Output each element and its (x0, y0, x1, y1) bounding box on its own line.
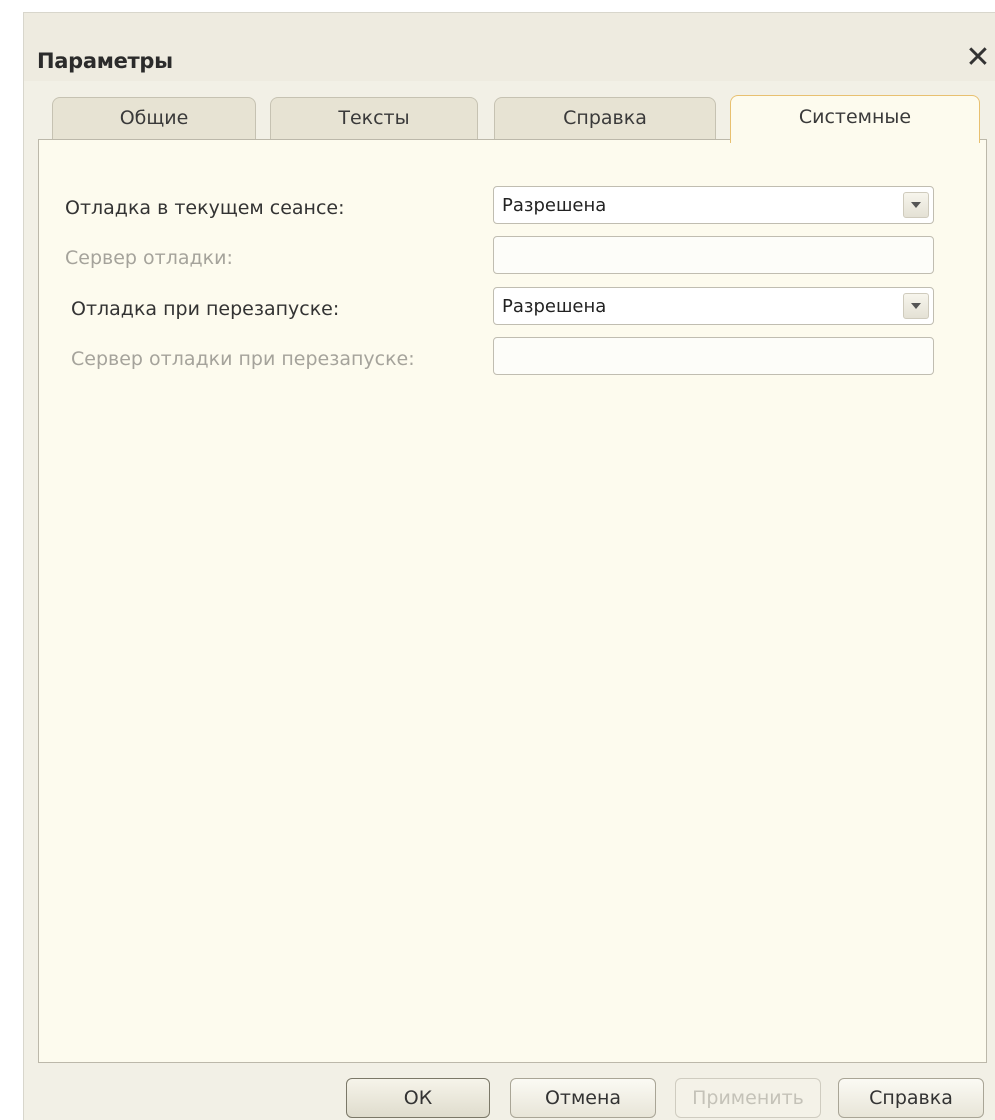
debug-server-label: Сервер отладки: (65, 247, 233, 269)
tab-general-label: Общие (119, 107, 189, 129)
tab-texts-label: Тексты (338, 107, 410, 129)
tab-system-label: Системные (798, 106, 912, 128)
debug-restart-label: Отладка при перезапуске: (71, 298, 340, 320)
debug-restart-value: Разрешена (502, 296, 607, 317)
title-bar: Параметры ✕ (24, 13, 995, 81)
tab-help-label: Справка (563, 107, 647, 129)
tab-help[interactable]: Справка (494, 97, 716, 141)
tab-panel-system: Отладка в текущем сеансе: Разрешена Серв… (38, 139, 987, 1063)
tab-system[interactable]: Системные (730, 95, 980, 143)
tab-texts[interactable]: Тексты (270, 97, 478, 141)
apply-button: Применить (675, 1078, 821, 1118)
debug-restart-server-input[interactable] (493, 337, 934, 375)
debug-restart-server-label: Сервер отладки при перезапуске: (71, 348, 415, 370)
ok-button[interactable]: ОК (346, 1078, 490, 1118)
chevron-down-icon[interactable] (903, 192, 929, 218)
help-button[interactable]: Справка (838, 1078, 984, 1118)
debug-session-label: Отладка в текущем сеансе: (65, 197, 345, 219)
debug-session-value: Разрешена (502, 195, 607, 216)
debug-server-input[interactable] (493, 236, 934, 274)
tab-general[interactable]: Общие (52, 97, 256, 141)
chevron-down-icon[interactable] (903, 293, 929, 319)
debug-restart-select[interactable]: Разрешена (493, 287, 934, 325)
parameters-dialog: Параметры ✕ Общие Тексты Справка Системн… (23, 12, 995, 1120)
cancel-button[interactable]: Отмена (510, 1078, 656, 1118)
debug-session-select[interactable]: Разрешена (493, 186, 934, 224)
dialog-title: Параметры (37, 49, 173, 73)
close-icon[interactable]: ✕ (963, 43, 993, 73)
